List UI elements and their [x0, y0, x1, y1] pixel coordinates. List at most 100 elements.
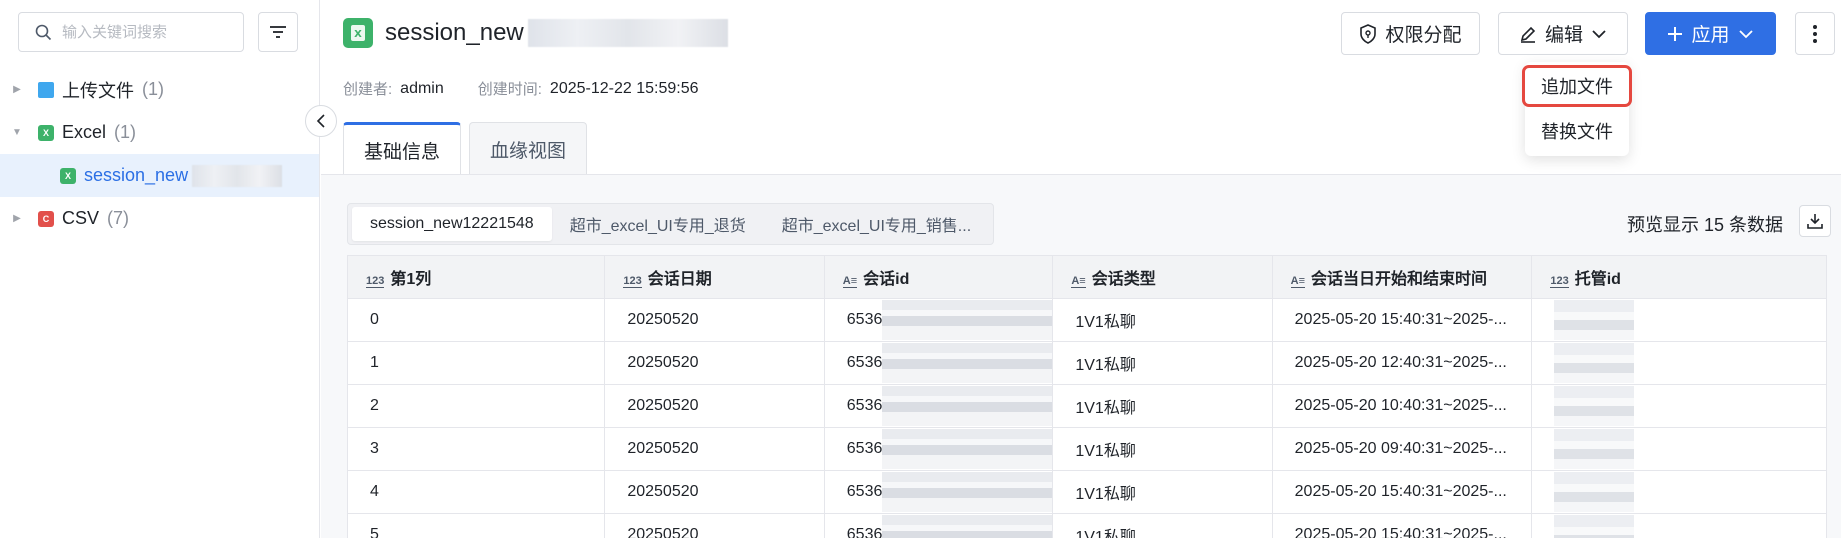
column-header[interactable]: A≡ 会话id	[823, 255, 1054, 299]
download-icon	[1807, 214, 1823, 229]
app-window: ▶ 上传文件 (1) ▼ X Excel (1) X session_new ▶…	[0, 0, 1841, 538]
table-row: 1 20250520 6536 1V1私聊 2025-05-20 12:40:31~20…	[346, 341, 1827, 385]
apply-button[interactable]: 应用	[1645, 12, 1776, 55]
redacted-block	[192, 164, 283, 187]
redacted-block	[882, 429, 1052, 469]
created-time-label: 创建时间:	[477, 81, 542, 98]
chevron-down-icon	[1738, 29, 1753, 38]
table-cell: 6536	[823, 384, 1054, 428]
edit-button-label: 编辑	[1544, 25, 1583, 46]
tree-item-count: (1)	[142, 79, 164, 99]
table-body: 0 20250520 6536 1V1私聊 2025-05-20 15:40:31~20…	[346, 298, 1827, 538]
folder-icon	[38, 81, 54, 98]
meta-info: 创建者: admin 创建时间: 2025-12-22 15:59:56	[343, 78, 725, 99]
tree-item-label: session_new	[84, 165, 189, 185]
table-cell: 6536	[823, 427, 1054, 471]
table-cell: 2	[346, 384, 606, 428]
creator-label: 创建者:	[343, 81, 393, 98]
tree-item-session-new[interactable]: X session_new	[0, 154, 319, 197]
table-cell	[1531, 341, 1827, 385]
table-cell: 2025-05-20 10:40:31~2025-...	[1271, 384, 1533, 428]
table-cell: 2025-05-20 15:40:31~2025-...	[1271, 470, 1533, 514]
tree-item-upload-folder[interactable]: ▶ 上传文件 (1)	[0, 68, 319, 111]
table-cell	[1531, 513, 1827, 538]
table-cell: 1	[346, 341, 606, 385]
sidebar: ▶ 上传文件 (1) ▼ X Excel (1) X session_new ▶…	[0, 0, 320, 538]
redacted-block	[1554, 300, 1635, 340]
table-row: 3 20250520 6536 1V1私聊 2025-05-20 09:40:31~20…	[346, 427, 1827, 471]
redacted-block	[527, 19, 728, 47]
tree-item-excel[interactable]: ▼ X Excel (1)	[0, 111, 319, 154]
table-cell: 1V1私聊	[1052, 513, 1273, 538]
table-cell: 1V1私聊	[1052, 427, 1273, 471]
menu-item-replace-file[interactable]: 替换文件	[1525, 110, 1629, 152]
table-cell: 4	[346, 470, 606, 514]
preview-count-text: 预览显示 15 条数据	[1627, 215, 1784, 235]
table-cell: 20250520	[604, 298, 825, 342]
redacted-block	[882, 343, 1052, 383]
table-cell: 6536	[823, 470, 1054, 514]
column-header[interactable]: 123 托管id	[1531, 255, 1827, 299]
table-cell: 0	[346, 298, 606, 342]
table-cell	[1531, 427, 1827, 471]
table-cell: 2025-05-20 12:40:31~2025-...	[1271, 341, 1533, 385]
table-row: 2 20250520 6536 1V1私聊 2025-05-20 10:40:31~20…	[346, 384, 1827, 428]
column-header[interactable]: 123 第1列	[346, 255, 606, 299]
edit-button[interactable]: 编辑	[1498, 12, 1628, 55]
tab-lineage-view[interactable]: 血缘视图	[469, 122, 588, 175]
table-row: 4 20250520 6536 1V1私聊 2025-05-20 15:40:31~20…	[346, 470, 1827, 514]
table-header-row: 123 第1列 123 会话日期 A≡ 会话id A≡ 会话类型 A≡ 会话当日开始和结束…	[346, 255, 1827, 299]
sheet-tab-session[interactable]: session_new12221548	[352, 207, 552, 241]
sheet-tab-sales[interactable]: 超市_excel_UI专用_销售...	[764, 207, 989, 241]
table-cell	[1531, 298, 1827, 342]
column-header[interactable]: A≡ 会话当日开始和结束时间	[1271, 255, 1533, 299]
caret-down-icon[interactable]: ▼	[12, 127, 22, 138]
created-time-value: 2025-12-22 15:59:56	[549, 79, 699, 97]
creator-value: admin	[400, 79, 444, 97]
redacted-block	[882, 300, 1052, 340]
table-cell: 3	[346, 427, 606, 471]
redacted-block	[882, 472, 1052, 512]
redacted-block	[1554, 515, 1635, 538]
redacted-block	[1554, 386, 1635, 426]
pencil-icon	[1520, 26, 1536, 43]
caret-right-icon[interactable]: ▶	[12, 213, 22, 224]
more-options-button[interactable]	[1795, 12, 1835, 55]
search-box[interactable]	[18, 12, 244, 52]
caret-right-icon[interactable]: ▶	[12, 84, 22, 95]
data-preview-table: 123 第1列 123 会话日期 A≡ 会话id A≡ 会话类型 A≡ 会话当日开始和结束…	[346, 255, 1827, 538]
apply-button-label: 应用	[1691, 25, 1730, 46]
table-cell: 6536	[823, 513, 1054, 538]
search-input[interactable]	[62, 23, 232, 41]
table-cell	[1531, 384, 1827, 428]
permission-button[interactable]: 权限分配	[1341, 12, 1480, 55]
table-cell: 20250520	[604, 513, 825, 538]
column-header[interactable]: 123 会话日期	[604, 255, 825, 299]
svg-text:X: X	[354, 29, 362, 40]
filter-icon	[270, 26, 286, 38]
table-cell: 1V1私聊	[1052, 298, 1273, 342]
file-tree: ▶ 上传文件 (1) ▼ X Excel (1) X session_new ▶…	[0, 68, 319, 240]
menu-item-append-file[interactable]: 追加文件	[1522, 65, 1632, 107]
excel-icon: X	[38, 124, 54, 141]
filter-button[interactable]	[258, 12, 298, 52]
shield-icon	[1360, 23, 1377, 44]
content-area: session_new12221548 超市_excel_UI专用_退货 超市_…	[321, 175, 1841, 538]
detail-tabs: 基础信息 血缘视图	[343, 122, 588, 175]
table-cell: 1V1私聊	[1052, 470, 1273, 514]
column-header[interactable]: A≡ 会话类型	[1052, 255, 1273, 299]
collapse-sidebar-button[interactable]	[305, 105, 337, 137]
tab-basic-info[interactable]: 基础信息	[343, 122, 462, 175]
tree-item-csv[interactable]: ▶ C CSV (7)	[0, 197, 319, 240]
table-cell: 2025-05-20 09:40:31~2025-...	[1271, 427, 1533, 471]
redacted-block	[1554, 343, 1635, 383]
tree-item-label: 上传文件	[62, 80, 134, 101]
sheet-tab-returns[interactable]: 超市_excel_UI专用_退货	[552, 207, 764, 241]
csv-icon: C	[38, 210, 54, 227]
search-icon	[35, 24, 52, 40]
table-cell: 20250520	[604, 341, 825, 385]
more-vertical-icon	[1813, 24, 1817, 43]
download-button[interactable]	[1799, 205, 1831, 237]
tree-item-count: (7)	[107, 208, 130, 228]
table-cell: 1V1私聊	[1052, 341, 1273, 385]
